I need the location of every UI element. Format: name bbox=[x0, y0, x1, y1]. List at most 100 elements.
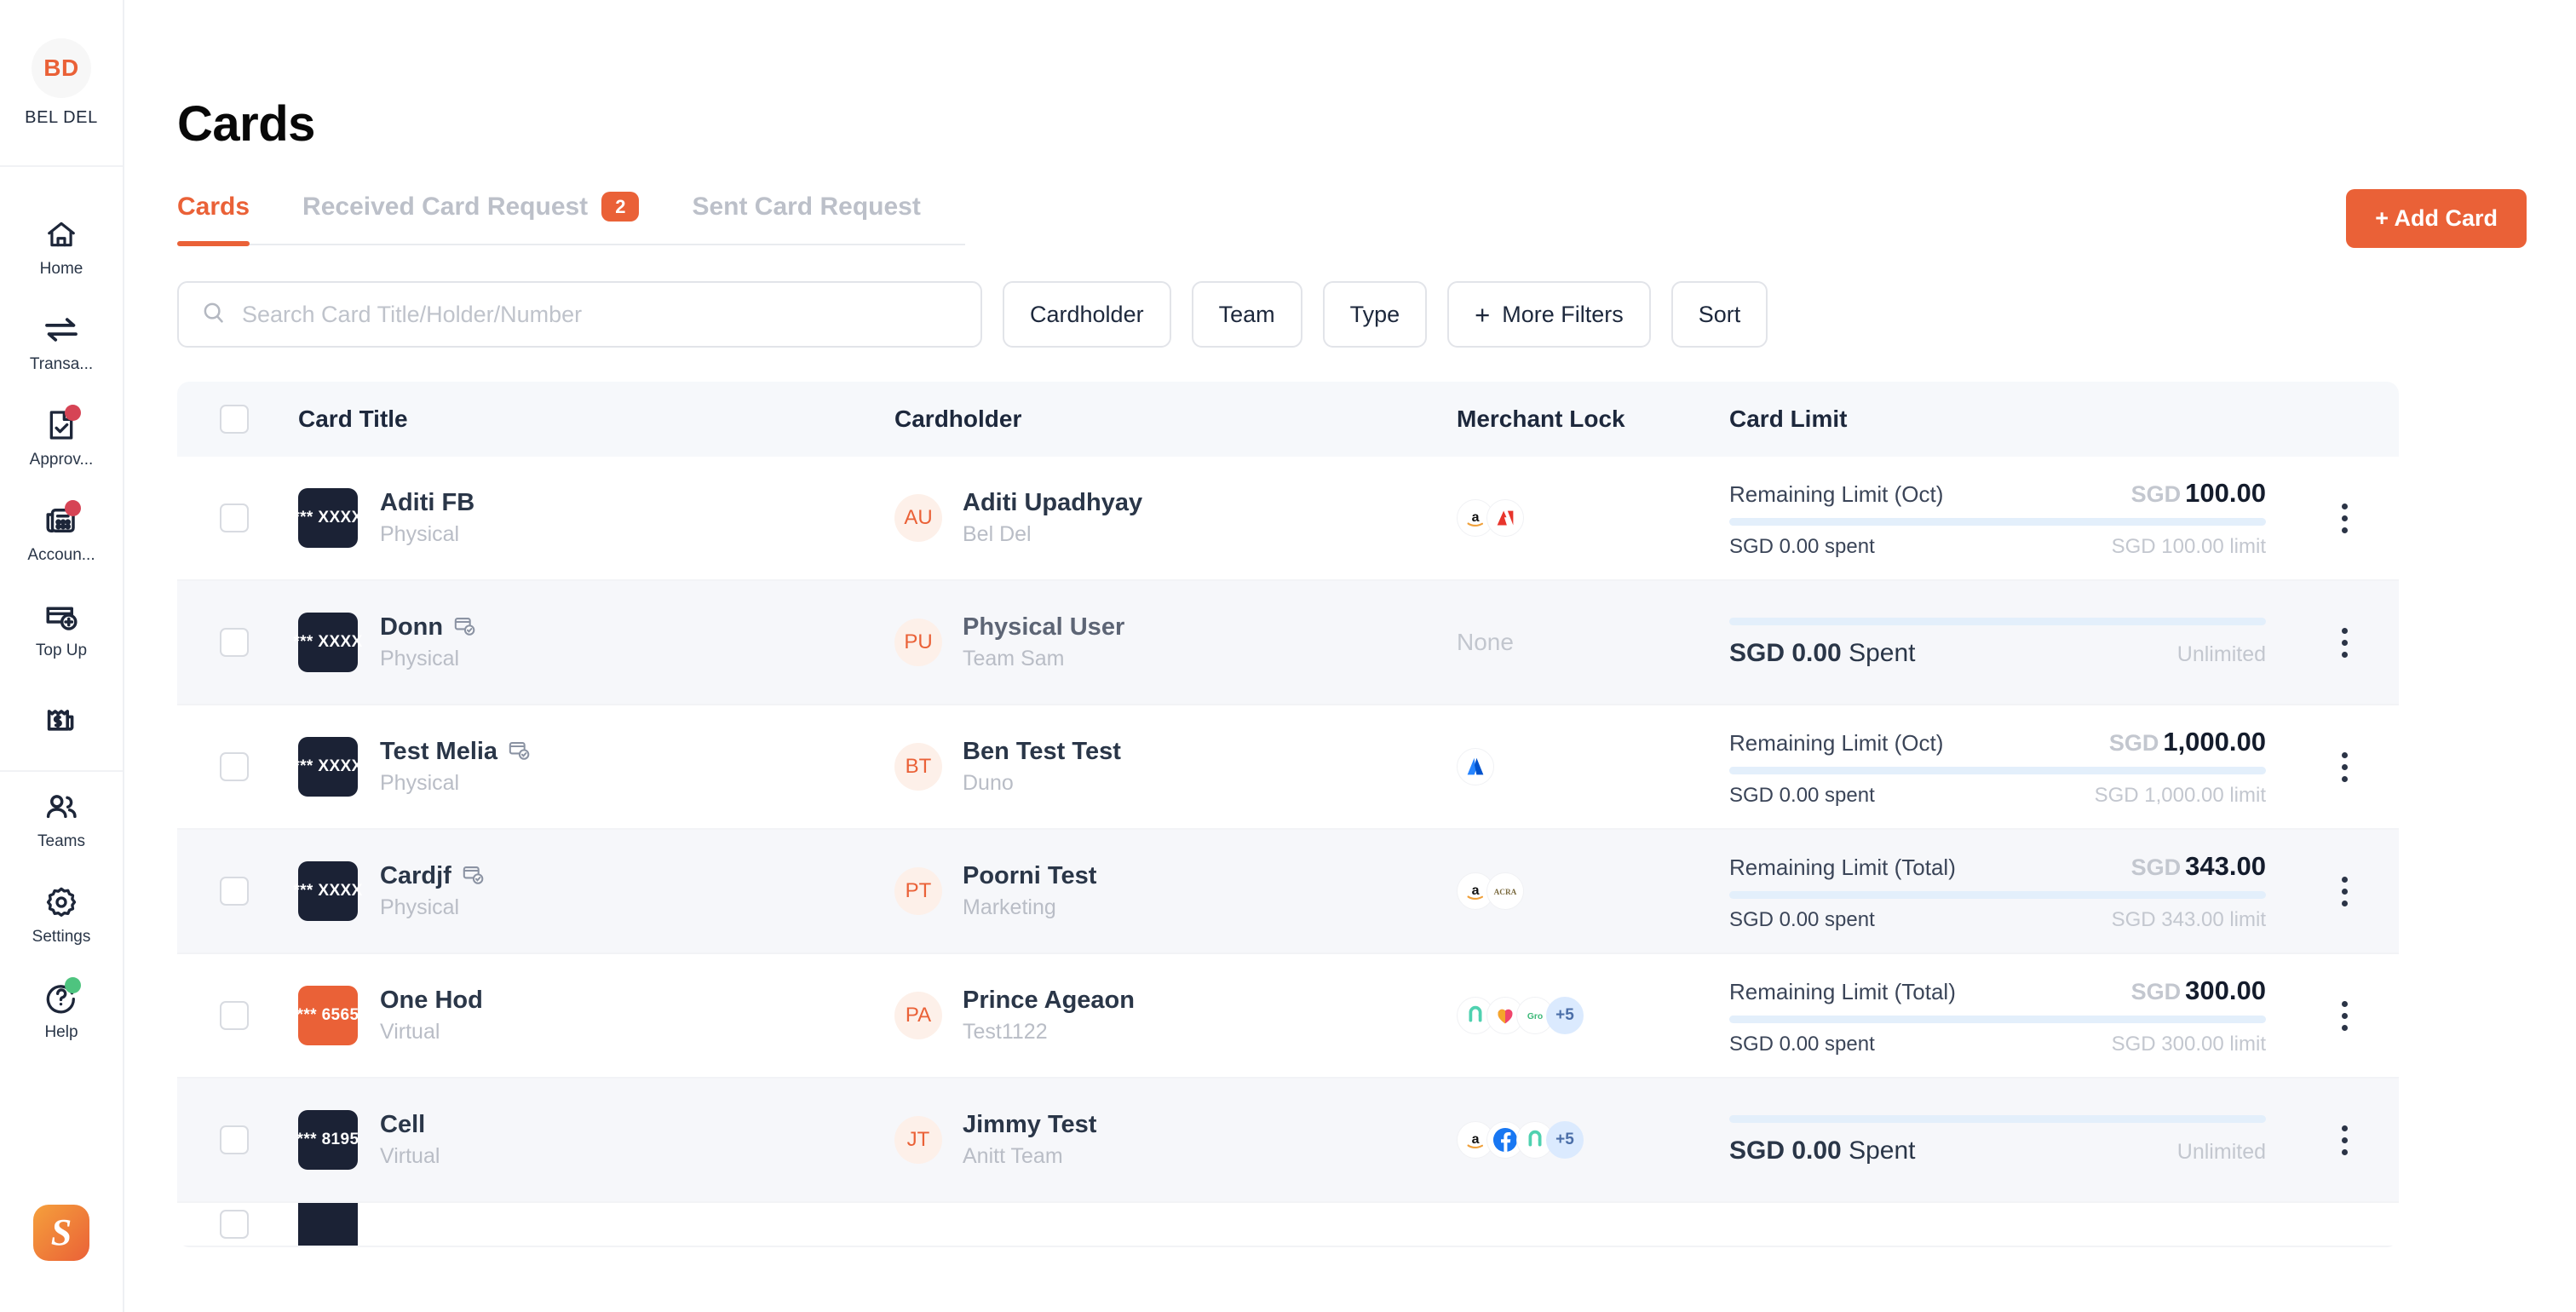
teams-icon bbox=[42, 789, 81, 825]
card-chip bbox=[298, 1203, 358, 1246]
card-verified-icon bbox=[508, 739, 531, 766]
tab-cards-label: Cards bbox=[177, 193, 250, 222]
sidebar-item-transactions[interactable]: Transa... bbox=[0, 295, 123, 390]
row-select-cell bbox=[177, 1001, 298, 1031]
org-switcher[interactable]: BD BEL DEL bbox=[0, 0, 123, 167]
row-checkbox[interactable] bbox=[220, 628, 249, 658]
sidebar-item-topup[interactable]: Top Up bbox=[0, 581, 123, 676]
limit-currency: SGD bbox=[2130, 854, 2182, 880]
accounting-badge-dot bbox=[65, 499, 81, 516]
table-row[interactable]: *** 6565 One Hod Virtual PA Prince Ageao… bbox=[177, 954, 2399, 1079]
tab-sent-card-request[interactable]: Sent Card Request bbox=[692, 193, 920, 244]
row-checkbox[interactable] bbox=[220, 1210, 249, 1240]
limit-progress-bar bbox=[1729, 1114, 2266, 1123]
holder-team: Anitt Team bbox=[963, 1144, 1063, 1169]
merchant-more-count[interactable]: +5 bbox=[1546, 997, 1584, 1035]
row-checkbox[interactable] bbox=[220, 877, 249, 906]
card-name: One Hod bbox=[380, 987, 483, 1015]
card-title-cell: *** XXXX Donn Physical bbox=[293, 613, 894, 673]
cards-table: Card Title Cardholder Merchant Lock Card… bbox=[177, 382, 2399, 1248]
card-chip: *** XXXX bbox=[293, 861, 362, 922]
filter-type-button[interactable]: Type bbox=[1322, 281, 1428, 348]
card-name: Test Melia bbox=[380, 738, 498, 766]
merchant-icon-stack: a +5 bbox=[1457, 1121, 1584, 1160]
sidebar-item-accounting[interactable]: Accoun... bbox=[0, 486, 123, 581]
row-checkbox[interactable] bbox=[220, 504, 249, 533]
org-avatar: BD bbox=[32, 37, 91, 98]
sidebar-label-help: Help bbox=[44, 1022, 78, 1041]
sidebar-nav: Home Transa... Approv... Accoun... Top U… bbox=[0, 167, 123, 1058]
limit-progress-bar bbox=[1729, 517, 2266, 526]
unlimited-label: Unlimited bbox=[2176, 642, 2266, 666]
cardholder-cell: BT Ben Test Test Duno bbox=[894, 738, 1457, 796]
spent-amount: SGD 0.00 Spent bbox=[1729, 639, 1915, 668]
table-row[interactable]: *** XXXX Test Melia Physical BT Ben Test… bbox=[177, 705, 2399, 831]
sidebar-item-teams[interactable]: Teams bbox=[0, 772, 123, 867]
help-icon bbox=[42, 976, 81, 1016]
merchant-lock-cell: Gro +5 bbox=[1457, 997, 1729, 1035]
select-all-checkbox[interactable] bbox=[220, 405, 249, 434]
table-row[interactable]: *** XXXX Cardjf Physical PT Poorni Test … bbox=[177, 830, 2399, 955]
row-menu-icon[interactable] bbox=[2341, 876, 2348, 906]
sidebar: BD BEL DEL Home Transa... Approv... Acco… bbox=[0, 0, 124, 1312]
row-checkbox[interactable] bbox=[220, 1125, 249, 1155]
sort-button[interactable]: Sort bbox=[1670, 281, 1768, 348]
home-icon bbox=[42, 216, 81, 252]
filter-cardholder-button[interactable]: Cardholder bbox=[1003, 281, 1171, 348]
holder-name: Poorni Test bbox=[963, 862, 1097, 890]
row-menu-icon[interactable] bbox=[2341, 1125, 2348, 1155]
sidebar-item-cards[interactable] bbox=[0, 676, 123, 772]
row-menu-icon[interactable] bbox=[2341, 503, 2348, 533]
card-title-cell: *** XXXX Test Melia Physical bbox=[293, 737, 894, 797]
tab-sent-label: Sent Card Request bbox=[692, 193, 921, 222]
sidebar-item-settings[interactable]: Settings bbox=[0, 867, 123, 963]
main-content: Cards Cards Received Card Request 2 Sent… bbox=[124, 0, 2576, 1312]
row-select-cell bbox=[177, 877, 298, 906]
row-checkbox[interactable] bbox=[220, 1001, 249, 1031]
card-limit-cell: SGD 0.00 Spent Unlimited bbox=[1729, 1114, 2290, 1165]
card-name: Cell bbox=[380, 1111, 426, 1139]
row-checkbox[interactable] bbox=[220, 752, 249, 782]
holder-name: Physical User bbox=[963, 613, 1125, 642]
select-all-cell bbox=[177, 405, 298, 434]
cards-money-icon bbox=[42, 702, 81, 738]
svg-text:Gro: Gro bbox=[1527, 1012, 1543, 1021]
merchant-lock-none: None bbox=[1457, 629, 1514, 656]
approvals-badge-dot bbox=[65, 404, 81, 421]
filter-type-label: Type bbox=[1349, 301, 1400, 327]
row-actions-cell bbox=[2290, 503, 2399, 533]
row-select-cell bbox=[177, 752, 298, 782]
avatar: BT bbox=[894, 743, 942, 791]
filter-team-button[interactable]: Team bbox=[1191, 281, 1302, 348]
cardholder-cell: PA Prince Ageaon Test1122 bbox=[894, 987, 1457, 1044]
search-input[interactable] bbox=[242, 301, 958, 328]
table-row[interactable] bbox=[177, 1203, 2399, 1248]
row-select-cell bbox=[177, 628, 298, 658]
sidebar-item-home[interactable]: Home bbox=[0, 199, 123, 295]
sidebar-item-approvals[interactable]: Approv... bbox=[0, 390, 123, 486]
table-row[interactable]: *** XXXX Donn Physical PU Physical User … bbox=[177, 581, 2399, 706]
tab-received-card-request[interactable]: Received Card Request 2 bbox=[302, 192, 640, 244]
sidebar-item-help[interactable]: Help bbox=[0, 963, 123, 1058]
avatar: AU bbox=[894, 494, 942, 543]
tab-received-badge: 2 bbox=[601, 192, 640, 222]
row-menu-icon[interactable] bbox=[2341, 751, 2348, 782]
card-title-cell: *** 8195 Cell Virtual bbox=[297, 1110, 894, 1171]
limit-progress-bar bbox=[1729, 1015, 2266, 1023]
card-name: Cardjf bbox=[380, 862, 451, 890]
add-card-button[interactable]: + Add Card bbox=[2346, 189, 2527, 248]
search-box[interactable] bbox=[177, 281, 982, 348]
table-header-row: Card Title Cardholder Merchant Lock Card… bbox=[177, 382, 2399, 457]
spent-suffix: Spent bbox=[1849, 638, 1916, 667]
row-menu-icon[interactable] bbox=[2341, 627, 2348, 658]
table-row[interactable]: *** 8195 Cell Virtual JT Jimmy Test Anit… bbox=[177, 1079, 2399, 1204]
row-actions-cell bbox=[2290, 627, 2399, 658]
merchant-lock-cell bbox=[1457, 748, 1729, 786]
unlimited-label: Unlimited bbox=[2176, 1139, 2266, 1164]
merchant-more-count[interactable]: +5 bbox=[1546, 1121, 1584, 1160]
table-row[interactable]: *** XXXX Aditi FB Physical AU Aditi Upad… bbox=[177, 457, 2399, 582]
row-menu-icon[interactable] bbox=[2341, 1000, 2348, 1031]
limit-label: Remaining Limit (Total) bbox=[1729, 854, 1956, 880]
tab-cards[interactable]: Cards bbox=[177, 193, 250, 247]
more-filters-button[interactable]: + More Filters bbox=[1447, 281, 1651, 348]
